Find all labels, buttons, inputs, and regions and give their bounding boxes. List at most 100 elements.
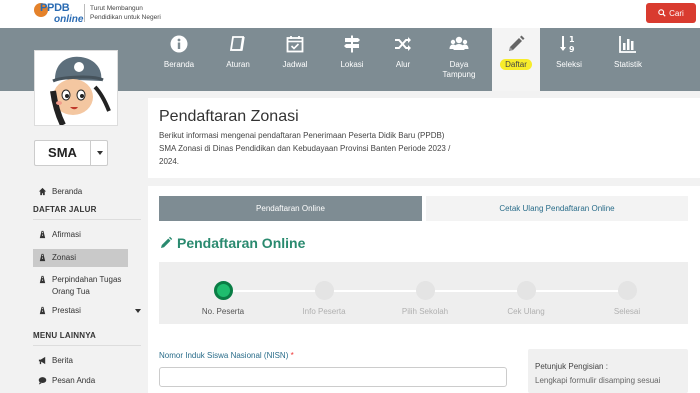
sidebar-item-pesan-anda[interactable]: Pesan Anda (33, 376, 128, 388)
nav-beranda[interactable]: Beranda (151, 28, 207, 91)
tagline-line-2: Pendidikan untuk Negeri (90, 14, 161, 21)
sidebar-section-daftar-jalur: DAFTAR JALUR (33, 205, 97, 214)
nav-lokasi-label: Lokasi (340, 60, 364, 69)
step-indicator-active (213, 281, 233, 300)
nav-daftar-label-wrap: Daftar (492, 59, 540, 70)
chevron-down-icon (97, 151, 103, 155)
bar-chart-icon (618, 34, 638, 54)
section-title-label: Pendaftaran Online (177, 235, 306, 251)
nav-beranda-label: Beranda (163, 60, 195, 69)
chat-icon (38, 377, 47, 385)
sidebar-divider (33, 345, 141, 346)
section-title: Pendaftaran Online (159, 235, 305, 251)
step-indicator (516, 281, 536, 300)
help-text: Lengkapi formulir disamping sesuai (535, 376, 661, 385)
sidebar-item-prestasi[interactable]: Prestasi (33, 306, 128, 318)
sidebar-item-perpindahan-tugas[interactable]: Perpindahan Tugas Orang Tua (33, 274, 128, 298)
sidebar-section-menu-lainnya: MENU LAINNYA (33, 331, 96, 340)
tab-pendaftaran-online[interactable]: Pendaftaran Online (159, 196, 422, 221)
book-icon (228, 34, 248, 54)
sidebar-item-beranda[interactable]: Beranda (38, 187, 82, 196)
ppdb-logo[interactable]: PPDB online (34, 2, 84, 26)
tagline: Turut Membangun Pendidikan untuk Negeri (84, 4, 161, 22)
step-label: Selesai (613, 307, 641, 316)
nisn-label-text: Nomor Induk Siswa Nasional (NISN) (159, 351, 289, 360)
road-icon (39, 253, 46, 262)
step-info-peserta: Info Peserta (284, 281, 364, 316)
tab-cetak-ulang[interactable]: Cetak Ulang Pendaftaran Online (426, 196, 688, 221)
top-bar: PPDB online Turut Membangun Pendidikan u… (0, 0, 700, 28)
nav-seleksi-label: Seleksi (556, 60, 582, 69)
sidebar-item-beranda-label: Beranda (52, 187, 83, 196)
nav-alur[interactable]: Alur (375, 28, 431, 91)
step-label: Cek Ulang (507, 307, 545, 316)
sidebar-item-afirmasi-label: Afirmasi (52, 230, 81, 239)
sidebar-item-pesan-anda-label: Pesan Anda (52, 376, 96, 385)
road-icon (39, 275, 46, 284)
nav-aturan-label: Aturan (226, 60, 250, 69)
sidebar-item-perpindahan-label-1: Perpindahan Tugas (52, 275, 122, 284)
page-description-line-2: SMA Zonasi di Dinas Pendidikan dan Kebud… (159, 144, 451, 153)
search-button-label: Cari (669, 8, 684, 18)
nav-daftar-label: Daftar (500, 59, 532, 70)
sidebar-item-afirmasi[interactable]: Afirmasi (33, 230, 128, 242)
nav-jadwal[interactable]: Jadwal (267, 28, 323, 91)
nav-daya-tampung-label-2: Tampung (442, 70, 476, 79)
svg-text:1: 1 (569, 35, 575, 44)
nav-daya-tampung-label: Daya Tampung (431, 60, 487, 80)
shuffle-icon (393, 34, 413, 54)
calendar-check-icon (285, 34, 305, 54)
page-description-line-1: Berikut informasi mengenai pendaftaran P… (159, 131, 445, 140)
info-panel: Pendaftaran Zonasi Berikut informasi men… (148, 98, 700, 178)
bullhorn-icon (38, 356, 46, 365)
tagline-line-1: Turut Membangun (90, 5, 143, 12)
nav-daya-tampung-label-1: Daya (449, 60, 469, 69)
help-title: Petunjuk Pengisian : (535, 362, 608, 371)
info-icon (169, 34, 189, 54)
logo-subtext: online (54, 14, 84, 25)
nav-statistik-label: Statistik (613, 60, 642, 69)
registration-steps: No. Peserta Info Peserta Pilih Sekolah C… (159, 262, 688, 324)
sidebar-item-zonasi-label: Zonasi (52, 253, 77, 262)
step-indicator (314, 281, 334, 300)
search-button[interactable]: Cari (646, 3, 696, 23)
chevron-down-icon[interactable] (135, 309, 141, 313)
nav-lokasi[interactable]: Lokasi (324, 28, 380, 91)
nav-aturan[interactable]: Aturan (210, 28, 266, 91)
sidebar-item-berita[interactable]: Berita (33, 356, 128, 368)
logo-text: PPDB (40, 2, 70, 14)
nav-seleksi[interactable]: 19 Seleksi (541, 28, 597, 91)
nisn-label: Nomor Induk Siswa Nasional (NISN) * (159, 351, 294, 360)
step-selesai: Selesai (587, 281, 667, 316)
step-indicator (415, 281, 435, 300)
road-icon (39, 306, 46, 315)
pencil-icon (161, 236, 173, 248)
step-pilih-sekolah: Pilih Sekolah (385, 281, 465, 316)
page-description: Berikut informasi mengenai pendaftaran P… (159, 129, 509, 168)
step-indicator (617, 281, 637, 300)
users-icon (449, 34, 469, 54)
required-marker: * (290, 351, 294, 360)
step-label: Pilih Sekolah (401, 307, 449, 316)
page-description-line-3: 2024. (159, 157, 180, 166)
nav-alur-label: Alur (395, 60, 411, 69)
avatar (34, 50, 118, 126)
sidebar-item-berita-label: Berita (52, 356, 73, 365)
help-box: Petunjuk Pengisian : Lengkapi formulir d… (528, 349, 688, 393)
school-level-select[interactable]: SMA (34, 140, 108, 166)
step-label: Info Peserta (302, 307, 346, 316)
sidebar-item-zonasi[interactable]: Zonasi (33, 249, 128, 267)
svg-text:9: 9 (569, 45, 575, 54)
registration-panel: Pendaftaran Online Cetak Ulang Pendaftar… (148, 186, 700, 393)
sidebar-divider (33, 219, 141, 220)
step-no-peserta: No. Peserta (183, 281, 263, 316)
sidebar-item-perpindahan-label-2: Orang Tua (52, 287, 90, 296)
step-cek-ulang: Cek Ulang (486, 281, 566, 316)
nav-jadwal-label: Jadwal (282, 60, 308, 69)
nav-daya-tampung[interactable]: Daya Tampung (431, 28, 487, 91)
sort-numeric-icon: 19 (559, 34, 579, 54)
nav-daftar[interactable]: Daftar (492, 28, 540, 91)
search-icon (658, 9, 666, 17)
nav-statistik[interactable]: Statistik (600, 28, 656, 91)
nisn-input[interactable] (159, 367, 507, 387)
